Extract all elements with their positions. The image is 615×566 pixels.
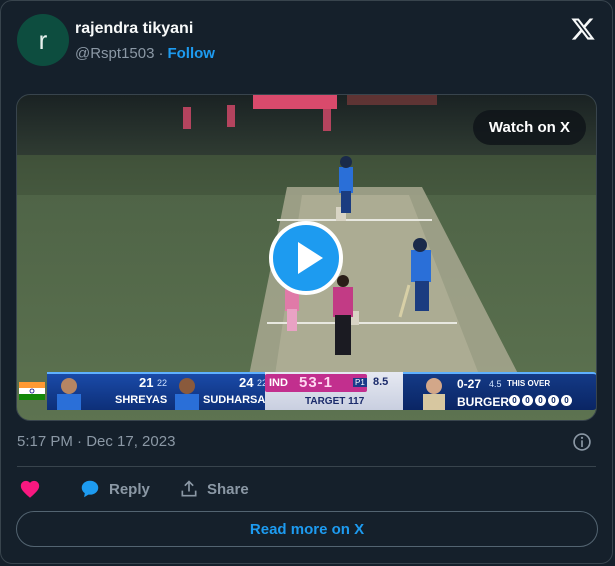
bowler-panel: 0-27 4.5 THIS OVER BURGER 0 0 0 0 0 [403, 372, 596, 410]
bowler-photo [423, 378, 445, 410]
batter1-runs: 21 [139, 375, 154, 390]
batter2-photo [175, 378, 199, 410]
tweet-timestamp[interactable]: 5:17 PM · Dec 17, 2023 [17, 433, 175, 450]
reply-bubble-icon [81, 480, 99, 498]
info-icon[interactable] [572, 432, 592, 452]
batter-figure [339, 156, 353, 213]
read-more-button[interactable]: Read more on X [16, 511, 598, 547]
batter2-name: SUDHARSAN [203, 394, 274, 406]
ball-result: 0 [522, 395, 533, 406]
powerplay-badge: P1 [353, 378, 367, 387]
play-button[interactable] [269, 221, 343, 295]
separator-dot: · [158, 45, 164, 62]
share-icon [181, 480, 197, 497]
target-label: TARGET 117 [305, 396, 365, 407]
this-over-label: THIS OVER [507, 379, 551, 388]
share-label: Share [207, 480, 249, 498]
follow-link[interactable]: Follow [167, 45, 215, 62]
ball-result: 0 [561, 395, 572, 406]
handle-row: @Rspt1503 · Follow [75, 45, 215, 62]
bowler-name: BURGER [457, 395, 510, 409]
ball-result: 0 [509, 395, 520, 406]
bowler-overs: 4.5 [489, 379, 502, 389]
score-panel: IND 53-1 P1 8.5 TARGET 117 [265, 372, 403, 410]
team-code: IND [269, 377, 288, 389]
this-over-balls: 0 0 0 0 0 [509, 395, 572, 406]
author-handle[interactable]: @Rspt1503 [75, 45, 154, 62]
share-button[interactable]: Share [179, 477, 249, 501]
reply-button[interactable]: Reply [79, 477, 150, 501]
batter1-photo [57, 378, 81, 410]
play-icon [298, 242, 323, 274]
tweet-header: r rajendra tikyani @Rspt1503 · Follow [17, 14, 596, 68]
author-name[interactable]: rajendra tikyani [75, 20, 193, 38]
team-score: 53-1 [299, 374, 334, 391]
video-player[interactable]: Watch on X 21 22 SHREYAS 24 22 SUDHARSAN… [16, 94, 597, 421]
watch-on-x-button[interactable]: Watch on X [472, 110, 586, 145]
bowler-figures: 0-27 [457, 377, 482, 391]
batter1-balls: 22 [157, 378, 168, 388]
batters-panel: 21 22 SHREYAS 24 22 SUDHARSAN [47, 372, 273, 410]
ball-result: 0 [535, 395, 546, 406]
reply-label: Reply [109, 480, 150, 498]
overs-count: 8.5 [373, 376, 389, 388]
avatar[interactable]: r [17, 14, 69, 66]
divider [17, 466, 596, 467]
like-button[interactable] [19, 477, 41, 501]
x-logo-icon[interactable] [570, 16, 596, 42]
india-flag-icon [19, 382, 45, 400]
ball-result: 0 [548, 395, 559, 406]
tweet-embed-card: r rajendra tikyani @Rspt1503 · Follow Wa… [0, 0, 613, 564]
batter2-runs: 24 [239, 375, 254, 390]
scoreboard-overlay: 21 22 SHREYAS 24 22 SUDHARSAN IND 53-1 P… [17, 368, 596, 412]
batter1-name: SHREYAS [115, 394, 168, 406]
team-score-box: IND 53-1 P1 [265, 374, 367, 392]
heart-icon [20, 480, 40, 498]
